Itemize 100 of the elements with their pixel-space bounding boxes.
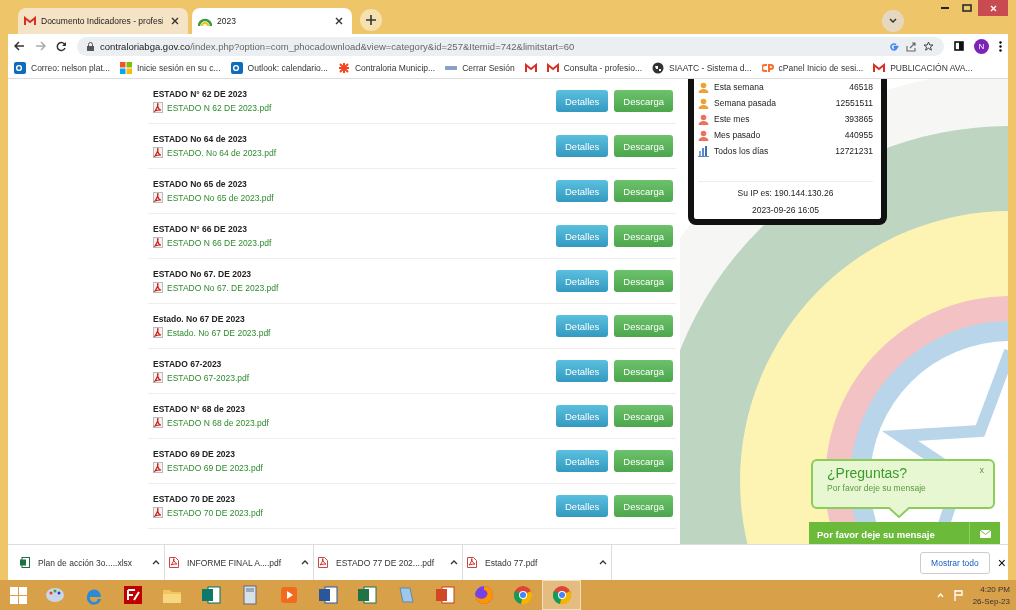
file-link[interactable]: ESTADO. No 64 de 2023.pdf bbox=[167, 147, 276, 158]
browser-tab[interactable]: 2023 bbox=[192, 8, 352, 34]
small-logo-icon bbox=[445, 64, 458, 72]
bookmark-link[interactable]: Outlook: calendario... bbox=[230, 62, 328, 74]
mail-app-icon bbox=[230, 62, 243, 74]
details-button[interactable]: Detalles bbox=[556, 315, 609, 337]
details-button[interactable]: Detalles bbox=[556, 360, 609, 382]
pdf-file-icon bbox=[153, 192, 163, 203]
cp-logo-icon bbox=[761, 63, 774, 73]
menu-icon[interactable] bbox=[999, 40, 1002, 52]
presentation-icon bbox=[433, 584, 456, 606]
close-icon bbox=[989, 4, 997, 12]
document-title: ESTADO No 64 de 2023 bbox=[153, 134, 248, 144]
bookmark-link[interactable]: PUBLICACIÓN AVA... bbox=[873, 63, 973, 73]
show-all-button[interactable]: Mostrar todo bbox=[920, 551, 990, 574]
profile-avatar[interactable]: N bbox=[974, 38, 989, 54]
address-field[interactable]: contraloriabga.gov.co/index.php?option=com_phocadownload&view=category&id=257&Itemid=742&limitstart=60 bbox=[77, 36, 944, 56]
file-link[interactable]: ESTADO 69 DE 2023.pdf bbox=[167, 462, 263, 473]
pdf-file-icon bbox=[153, 417, 163, 428]
envelope-m-icon bbox=[524, 63, 537, 73]
mail-app-icon bbox=[14, 62, 26, 74]
letter-tile-icon bbox=[121, 584, 144, 606]
bookmark-link[interactable]: cPanel Inicio de sesi... bbox=[761, 63, 864, 73]
file-link[interactable]: ESTADO N 68 de 2023.pdf bbox=[167, 417, 269, 428]
person-icon bbox=[698, 113, 709, 125]
details-button[interactable]: Detalles bbox=[556, 180, 609, 202]
side-panel-icon[interactable] bbox=[954, 41, 964, 51]
star-shape-icon bbox=[337, 62, 350, 74]
bookmark-link[interactable] bbox=[524, 63, 537, 73]
download-button[interactable]: Descarga bbox=[614, 180, 673, 202]
chat-bar[interactable]: Por favor deje su mensaje bbox=[809, 522, 1000, 544]
g-logo-icon[interactable] bbox=[889, 40, 900, 52]
chevron-up-icon[interactable] bbox=[152, 560, 160, 565]
download-button[interactable]: Descarga bbox=[614, 90, 673, 112]
bookmark-link[interactable]: Consulta - profesio... bbox=[546, 63, 643, 73]
pdf-file-icon bbox=[153, 102, 163, 113]
person-icon bbox=[698, 81, 709, 93]
chat-title: ¿Preguntas? bbox=[827, 465, 909, 481]
download-button[interactable]: Descarga bbox=[614, 360, 673, 382]
download-button[interactable]: Descarga bbox=[614, 405, 673, 427]
maximize-icon bbox=[962, 4, 972, 12]
arc-logo-icon bbox=[198, 16, 212, 26]
pdf-file-icon bbox=[153, 372, 163, 383]
tab-search-button[interactable] bbox=[882, 10, 904, 32]
file-link[interactable]: Estado. No 67 DE 2023.pdf bbox=[167, 327, 271, 338]
download-button[interactable]: Descarga bbox=[614, 315, 673, 337]
chevron-down-icon bbox=[889, 18, 897, 24]
close-window-button[interactable] bbox=[978, 0, 1008, 16]
download-button[interactable]: Descarga bbox=[614, 225, 673, 247]
stat-label: Mes pasado bbox=[714, 130, 762, 140]
details-button[interactable]: Detalles bbox=[556, 405, 609, 427]
download-button[interactable]: Descarga bbox=[614, 450, 673, 472]
document-title: ESTADO 70 DE 2023 bbox=[153, 494, 237, 504]
details-button[interactable]: Detalles bbox=[556, 135, 609, 157]
bookmark-link[interactable]: Correo: nelson plat... bbox=[14, 62, 110, 74]
stat-value: 12551511 bbox=[835, 98, 873, 108]
browser-tab[interactable]: Documento Indicadores - profesi bbox=[18, 8, 188, 34]
share-icon[interactable] bbox=[906, 40, 917, 52]
pdf-file-icon bbox=[169, 557, 179, 568]
details-button[interactable]: Detalles bbox=[556, 225, 609, 247]
download-button[interactable]: Descarga bbox=[614, 135, 673, 157]
bookmark-link[interactable]: Inicie sesión en su c... bbox=[119, 62, 221, 74]
file-link[interactable]: ESTADO No 67. DE 2023.pdf bbox=[167, 282, 279, 293]
chat-bubble[interactable]: ¿Preguntas? Por favor deje su mensaje x bbox=[811, 459, 995, 509]
pdf-file-icon bbox=[153, 462, 163, 473]
details-button[interactable]: Detalles bbox=[556, 495, 609, 517]
reload-button[interactable] bbox=[56, 40, 67, 52]
back-button[interactable] bbox=[14, 41, 25, 51]
document-title: ESTADO N° 66 DE 2023 bbox=[153, 224, 248, 234]
close-chat-button[interactable]: x bbox=[979, 465, 984, 475]
details-button[interactable]: Detalles bbox=[556, 90, 609, 112]
bubble-tail-icon bbox=[888, 507, 910, 518]
bookmark-link[interactable]: SIAATC - Sistema d... bbox=[652, 62, 752, 74]
bookmark-link[interactable]: Contraloria Municip... bbox=[337, 62, 436, 74]
taskbar-app[interactable] bbox=[542, 580, 581, 610]
file-link[interactable]: ESTADO N 62 DE 2023.pdf bbox=[167, 102, 272, 113]
document-title: ESTADO 69 DE 2023 bbox=[153, 449, 237, 459]
new-tab-button[interactable] bbox=[360, 9, 382, 31]
chat-subtitle: Por favor deje su mensaje bbox=[827, 483, 927, 493]
download-button[interactable]: Descarga bbox=[614, 270, 673, 292]
details-button[interactable]: Detalles bbox=[556, 450, 609, 472]
stat-value: 46518 bbox=[849, 82, 873, 92]
file-link[interactable]: ESTADO 70 DE 2023.pdf bbox=[167, 507, 263, 518]
spreadsheet-file-icon bbox=[20, 557, 30, 568]
details-button[interactable]: Detalles bbox=[556, 270, 609, 292]
envelope-m-icon bbox=[24, 16, 36, 26]
chevron-up-icon[interactable] bbox=[450, 560, 458, 565]
chevron-up-icon[interactable] bbox=[599, 560, 607, 565]
bookmark-link[interactable]: Cerrar Sesión bbox=[445, 63, 515, 73]
envelope-m-icon bbox=[546, 63, 559, 73]
clock[interactable]: 4:20 PM 26-Sep-23 bbox=[972, 584, 1010, 606]
file-link[interactable]: ESTADO 67-2023.pdf bbox=[167, 372, 250, 383]
download-button[interactable]: Descarga bbox=[614, 495, 673, 517]
file-link[interactable]: ESTADO N 66 DE 2023.pdf bbox=[167, 237, 272, 248]
star-icon[interactable] bbox=[923, 40, 934, 52]
file-link[interactable]: ESTADO No 65 de 2023.pdf bbox=[167, 192, 274, 203]
chevron-up-icon[interactable] bbox=[301, 560, 309, 565]
minimize-icon bbox=[941, 7, 949, 9]
close-downloads-button[interactable]: × bbox=[997, 554, 1006, 571]
pdf-file-icon bbox=[467, 557, 477, 568]
